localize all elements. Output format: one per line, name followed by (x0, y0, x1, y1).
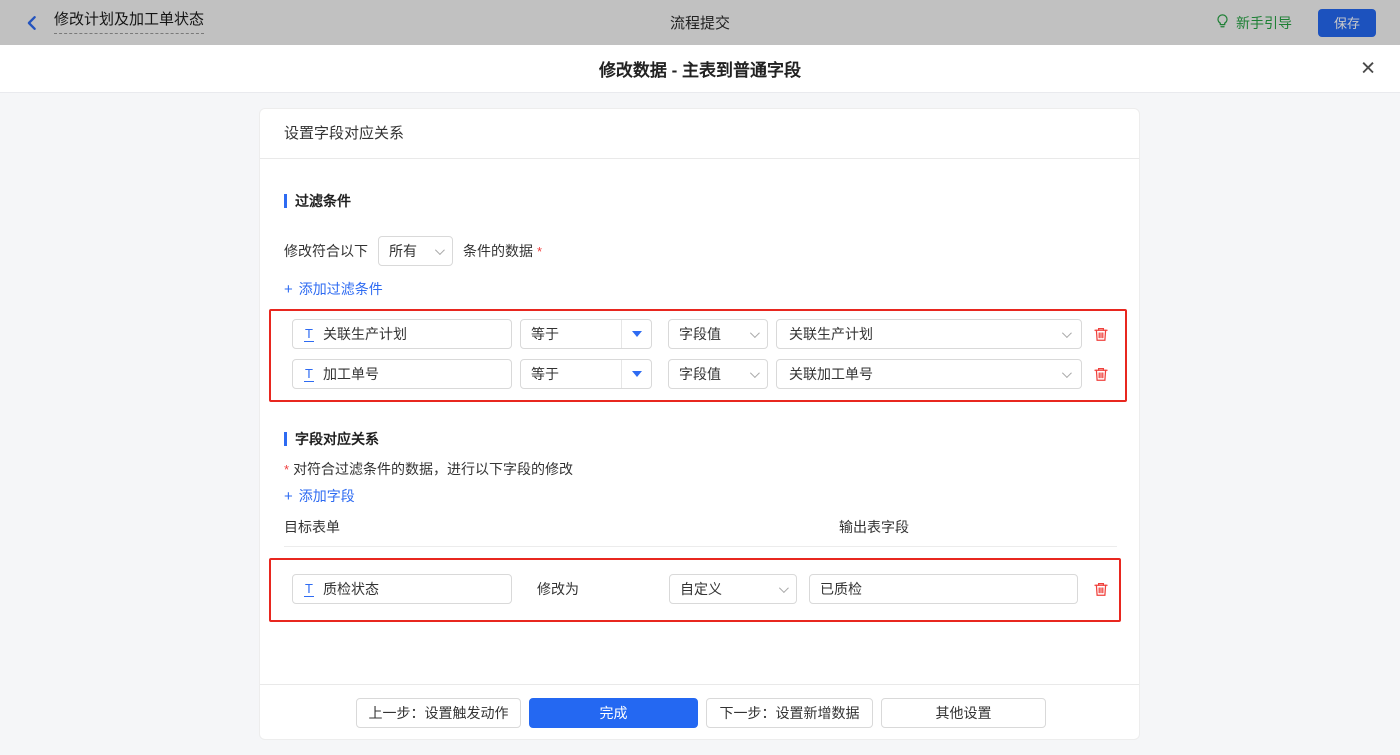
section-marker-bar (284, 432, 287, 446)
filter-value-type-select[interactable]: 字段值 (668, 319, 768, 349)
plus-icon: + (284, 280, 293, 298)
filter-operator-value: 等于 (531, 366, 559, 382)
chevron-down-icon (1061, 367, 1072, 378)
table-header-divider (284, 546, 1117, 547)
filter-value-type-select[interactable]: 字段值 (668, 359, 768, 389)
filter-operator-select[interactable]: 等于 (520, 319, 652, 349)
delete-filter-row-button[interactable] (1091, 363, 1111, 385)
text-field-type-icon: T (304, 325, 314, 342)
match-mode-value: 所有 (389, 243, 417, 259)
dialog-header: 修改数据 - 主表到普通字段 ✕ (0, 45, 1400, 93)
card-header: 设置字段对应关系 (260, 109, 1139, 159)
section-marker-bar (284, 194, 287, 208)
mapping-mode-value: 自定义 (680, 581, 722, 597)
chevron-down-icon (778, 582, 789, 593)
filter-field-select[interactable]: T 关联生产计划 (292, 319, 512, 349)
dialog-body: 设置字段对应关系 过滤条件 修改符合以下 所有 条件的数据 * + 添加过滤条件 … (0, 93, 1400, 755)
filter-operator-value: 等于 (531, 326, 559, 342)
chevron-down-icon (1061, 327, 1072, 338)
match-mode-select[interactable]: 所有 (378, 236, 453, 266)
settings-card: 设置字段对应关系 过滤条件 修改符合以下 所有 条件的数据 * + 添加过滤条件 … (259, 108, 1140, 740)
add-field-label: 添加字段 (298, 488, 355, 504)
match-condition-row: 修改符合以下 所有 条件的数据 * (284, 236, 542, 266)
modify-to-label: 修改为 (537, 581, 579, 597)
beginner-guide-link[interactable]: 新手引导 (1215, 13, 1292, 33)
filter-section-title: 过滤条件 (284, 191, 351, 211)
mapping-description: * 对符合过滤条件的数据，进行以下字段的修改 (284, 461, 574, 477)
lightbulb-icon (1215, 13, 1230, 32)
footer-divider (260, 684, 1139, 685)
chevron-down-icon (749, 367, 760, 378)
text-field-type-icon: T (304, 580, 314, 597)
prev-step-button[interactable]: 上一步：设置触发动作 (356, 698, 521, 728)
filter-field-value: 加工单号 (322, 366, 379, 382)
mapping-section-title-text: 字段对应关系 (295, 431, 379, 447)
add-filter-condition-label: 添加过滤条件 (298, 281, 383, 297)
mapping-value-input[interactable] (809, 574, 1078, 604)
next-step-button[interactable]: 下一步：设置新增数据 (706, 698, 873, 728)
filter-field-value: 关联生产计划 (322, 326, 407, 342)
mapping-section-title: 字段对应关系 (284, 429, 379, 449)
mapping-field-value: 质检状态 (322, 581, 379, 597)
chevron-down-icon (749, 327, 760, 338)
add-filter-condition-link[interactable]: + 添加过滤条件 (284, 279, 383, 299)
filter-value-type-value: 字段值 (679, 366, 721, 382)
beginner-guide-label: 新手引导 (1236, 14, 1292, 31)
save-button[interactable]: 保存 (1318, 8, 1376, 37)
triangle-down-icon (631, 331, 642, 337)
column-header-target-form: 目标表单 (284, 519, 340, 535)
mapping-field-select[interactable]: T 质检状态 (292, 574, 512, 604)
filter-field-select[interactable]: T 加工单号 (292, 359, 512, 389)
done-button[interactable]: 完成 (529, 698, 698, 728)
operator-dropdown-button[interactable] (621, 360, 651, 388)
filter-compare-value: 关联加工单号 (789, 366, 873, 382)
add-field-link[interactable]: + 添加字段 (284, 486, 355, 506)
other-settings-button[interactable]: 其他设置 (881, 698, 1046, 728)
text-field-type-icon: T (304, 365, 314, 382)
close-icon[interactable]: ✕ (1360, 59, 1376, 78)
operator-dropdown-button[interactable] (621, 320, 651, 348)
mapping-mode-select[interactable]: 自定义 (669, 574, 797, 604)
delete-mapping-row-button[interactable] (1091, 578, 1111, 600)
chevron-down-icon (434, 244, 445, 255)
dialog-title: 修改数据 - 主表到普通字段 (598, 61, 802, 80)
required-asterisk: * (284, 462, 290, 477)
filter-compare-value-select[interactable]: 关联加工单号 (776, 359, 1082, 389)
match-prefix-label: 修改符合以下 (284, 243, 368, 259)
triangle-down-icon (631, 371, 642, 377)
required-asterisk: * (537, 244, 543, 259)
filter-section-title-text: 过滤条件 (295, 193, 351, 209)
plus-icon: + (284, 487, 293, 505)
match-suffix-label: 条件的数据 * (463, 243, 543, 259)
filter-compare-value-select[interactable]: 关联生产计划 (776, 319, 1082, 349)
process-submit-label: 流程提交 (669, 15, 730, 32)
filter-compare-value: 关联生产计划 (789, 326, 873, 342)
filter-operator-select[interactable]: 等于 (520, 359, 652, 389)
delete-filter-row-button[interactable] (1091, 323, 1111, 345)
column-header-output-field: 输出表字段 (839, 519, 909, 535)
top-bar: 修改计划及加工单状态 流程提交 新手引导 保存 (0, 0, 1400, 45)
filter-value-type-value: 字段值 (679, 326, 721, 342)
